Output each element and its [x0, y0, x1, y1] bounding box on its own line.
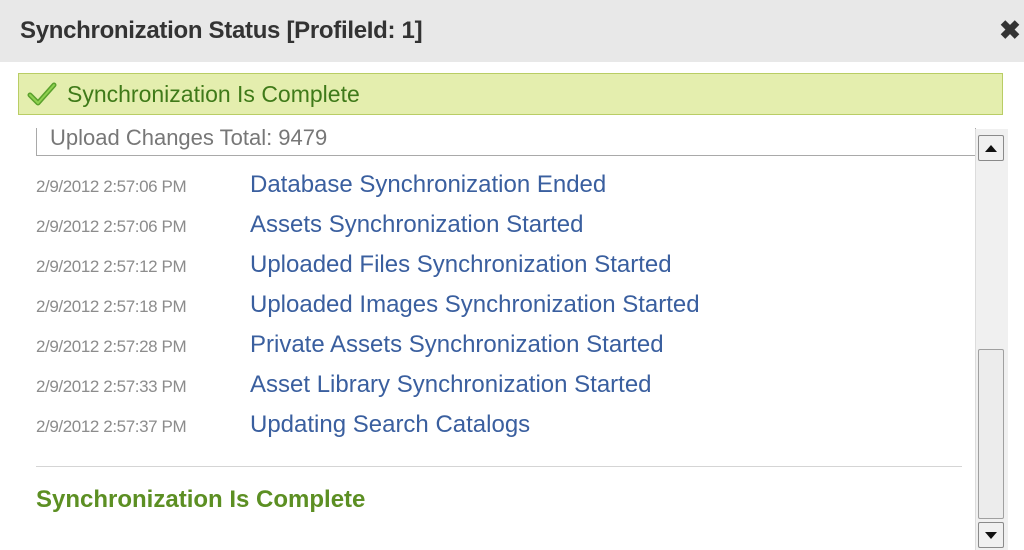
log-entry-time: 2/9/2012 2:57:28 PM [36, 337, 187, 356]
log-entry-message: Uploaded Images Synchronization Started [250, 291, 700, 318]
scroll-down-arrow-icon [985, 532, 997, 539]
checkmark-icon [27, 82, 57, 106]
upload-total-text: Upload Changes Total: 9479 [50, 128, 328, 150]
log-divider [36, 466, 962, 467]
scroll-up-button[interactable] [978, 135, 1004, 161]
scroll-down-button[interactable] [978, 522, 1004, 548]
status-banner-text: Synchronization Is Complete [67, 81, 360, 107]
scrollbar-thumb[interactable] [978, 349, 1004, 519]
log-entry-time: 2/9/2012 2:57:37 PM [36, 417, 187, 436]
dialog-title-bar: Synchronization Status [ProfileId: 1] ✖ [0, 0, 1024, 62]
sync-complete-heading: Synchronization Is Complete [36, 486, 366, 513]
log-entry-message: Uploaded Files Synchronization Started [250, 251, 672, 278]
log-entry-time: 2/9/2012 2:57:06 PM [36, 217, 187, 236]
log-entry-time: 2/9/2012 2:57:06 PM [36, 177, 187, 196]
log-entry-time: 2/9/2012 2:57:12 PM [36, 257, 187, 276]
log-entry-message: Assets Synchronization Started [250, 211, 584, 238]
close-icon[interactable]: ✖ [996, 16, 1024, 44]
upload-total-box: Upload Changes Total: 9479 [36, 128, 976, 156]
log-entry-message: Asset Library Synchronization Started [250, 371, 652, 398]
log-entry-time: 2/9/2012 2:57:18 PM [36, 297, 187, 316]
status-banner: Synchronization Is Complete [18, 73, 1003, 115]
sync-log-panel[interactable]: Upload Changes Total: 9479 2/9/2012 2:57… [18, 128, 1006, 550]
log-entry-message: Private Assets Synchronization Started [250, 331, 664, 358]
log-entry-time: 2/9/2012 2:57:33 PM [36, 377, 187, 396]
dialog-title: Synchronization Status [ProfileId: 1] [20, 17, 423, 44]
scroll-up-arrow-icon [985, 145, 997, 152]
vertical-scrollbar[interactable] [975, 129, 1008, 550]
log-entry-message: Database Synchronization Ended [250, 171, 607, 198]
log-entry-message: Updating Search Catalogs [250, 411, 531, 438]
